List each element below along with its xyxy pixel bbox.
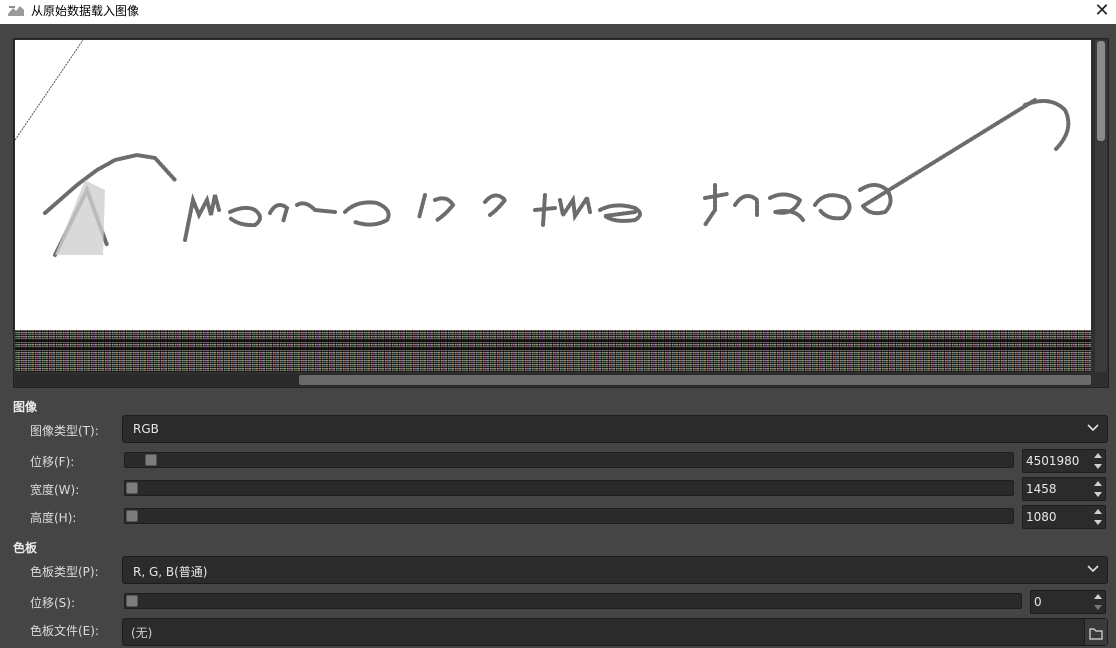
image-offset-label: 位移(F):: [30, 455, 75, 469]
image-type-value: RGB: [133, 422, 159, 436]
decrement-arrow-icon[interactable]: [1094, 492, 1102, 497]
image-offset-spinbox[interactable]: 4501980: [1022, 449, 1106, 473]
image-type-label: 图像类型(T):: [30, 424, 99, 438]
palette-type-value: R, G, B(普通): [133, 565, 208, 579]
image-height-label: 高度(H):: [30, 511, 77, 525]
increment-arrow-icon[interactable]: [1094, 453, 1102, 458]
decrement-arrow-icon[interactable]: [1094, 605, 1102, 610]
palette-offset-slider-handle[interactable]: [126, 595, 138, 607]
image-type-combo[interactable]: RGB: [122, 415, 1108, 443]
app-icon: [8, 6, 24, 16]
palette-offset-value[interactable]: 0: [1034, 595, 1042, 609]
palette-file-value: (无): [131, 626, 153, 640]
increment-arrow-icon[interactable]: [1094, 594, 1102, 599]
noise-divider: [15, 348, 1091, 350]
noise-band: [15, 330, 1091, 372]
window-title: 从原始数据载入图像: [31, 4, 140, 18]
image-offset-slider-handle[interactable]: [145, 454, 157, 466]
title-bar: 从原始数据载入图像 ✕: [0, 0, 1116, 24]
spin-buttons[interactable]: [1091, 450, 1105, 472]
palette-file-label: 色板文件(E):: [30, 624, 99, 638]
horizontal-scrollbar[interactable]: [15, 374, 1091, 386]
vertical-scrollbar[interactable]: [1095, 40, 1107, 372]
spin-buttons[interactable]: [1091, 478, 1105, 500]
image-height-value[interactable]: 1080: [1026, 510, 1057, 524]
horizontal-scroll-thumb[interactable]: [299, 375, 1091, 385]
image-height-spinbox[interactable]: 1080: [1022, 505, 1106, 529]
palette-offset-spinbox[interactable]: 0: [1030, 590, 1106, 614]
image-section-heading: 图像: [13, 400, 38, 414]
image-offset-value[interactable]: 4501980: [1026, 454, 1079, 468]
chevron-down-icon: [1087, 565, 1099, 573]
palette-offset-slider[interactable]: [124, 593, 1022, 609]
palette-type-label: 色板类型(P):: [30, 565, 99, 579]
preview-image: [15, 40, 1071, 257]
image-width-value[interactable]: 1458: [1026, 482, 1057, 496]
spin-buttons[interactable]: [1091, 506, 1105, 528]
image-width-spinbox[interactable]: 1458: [1022, 477, 1106, 501]
close-button[interactable]: ✕: [1088, 0, 1116, 24]
image-width-slider[interactable]: [124, 480, 1014, 496]
decrement-arrow-icon[interactable]: [1094, 520, 1102, 525]
image-height-slider[interactable]: [124, 508, 1014, 524]
image-preview[interactable]: [13, 38, 1109, 388]
preview-canvas: [15, 40, 1091, 372]
browse-file-button[interactable]: [1084, 619, 1107, 645]
noise-divider: [15, 340, 1091, 342]
spin-buttons[interactable]: [1091, 591, 1105, 613]
chevron-down-icon: [1087, 424, 1099, 432]
increment-arrow-icon[interactable]: [1094, 481, 1102, 486]
image-width-label: 宽度(W):: [30, 483, 80, 497]
image-width-slider-handle[interactable]: [126, 482, 138, 494]
folder-icon: [1089, 628, 1103, 640]
increment-arrow-icon[interactable]: [1094, 509, 1102, 514]
image-height-slider-handle[interactable]: [126, 510, 138, 522]
palette-offset-label: 位移(S):: [30, 596, 76, 610]
palette-type-combo[interactable]: R, G, B(普通): [122, 556, 1108, 584]
palette-section-heading: 色板: [13, 541, 38, 555]
vertical-scroll-thumb[interactable]: [1097, 41, 1105, 141]
decrement-arrow-icon[interactable]: [1094, 464, 1102, 469]
palette-file-chooser[interactable]: (无): [122, 618, 1108, 646]
image-offset-slider[interactable]: [124, 452, 1014, 468]
